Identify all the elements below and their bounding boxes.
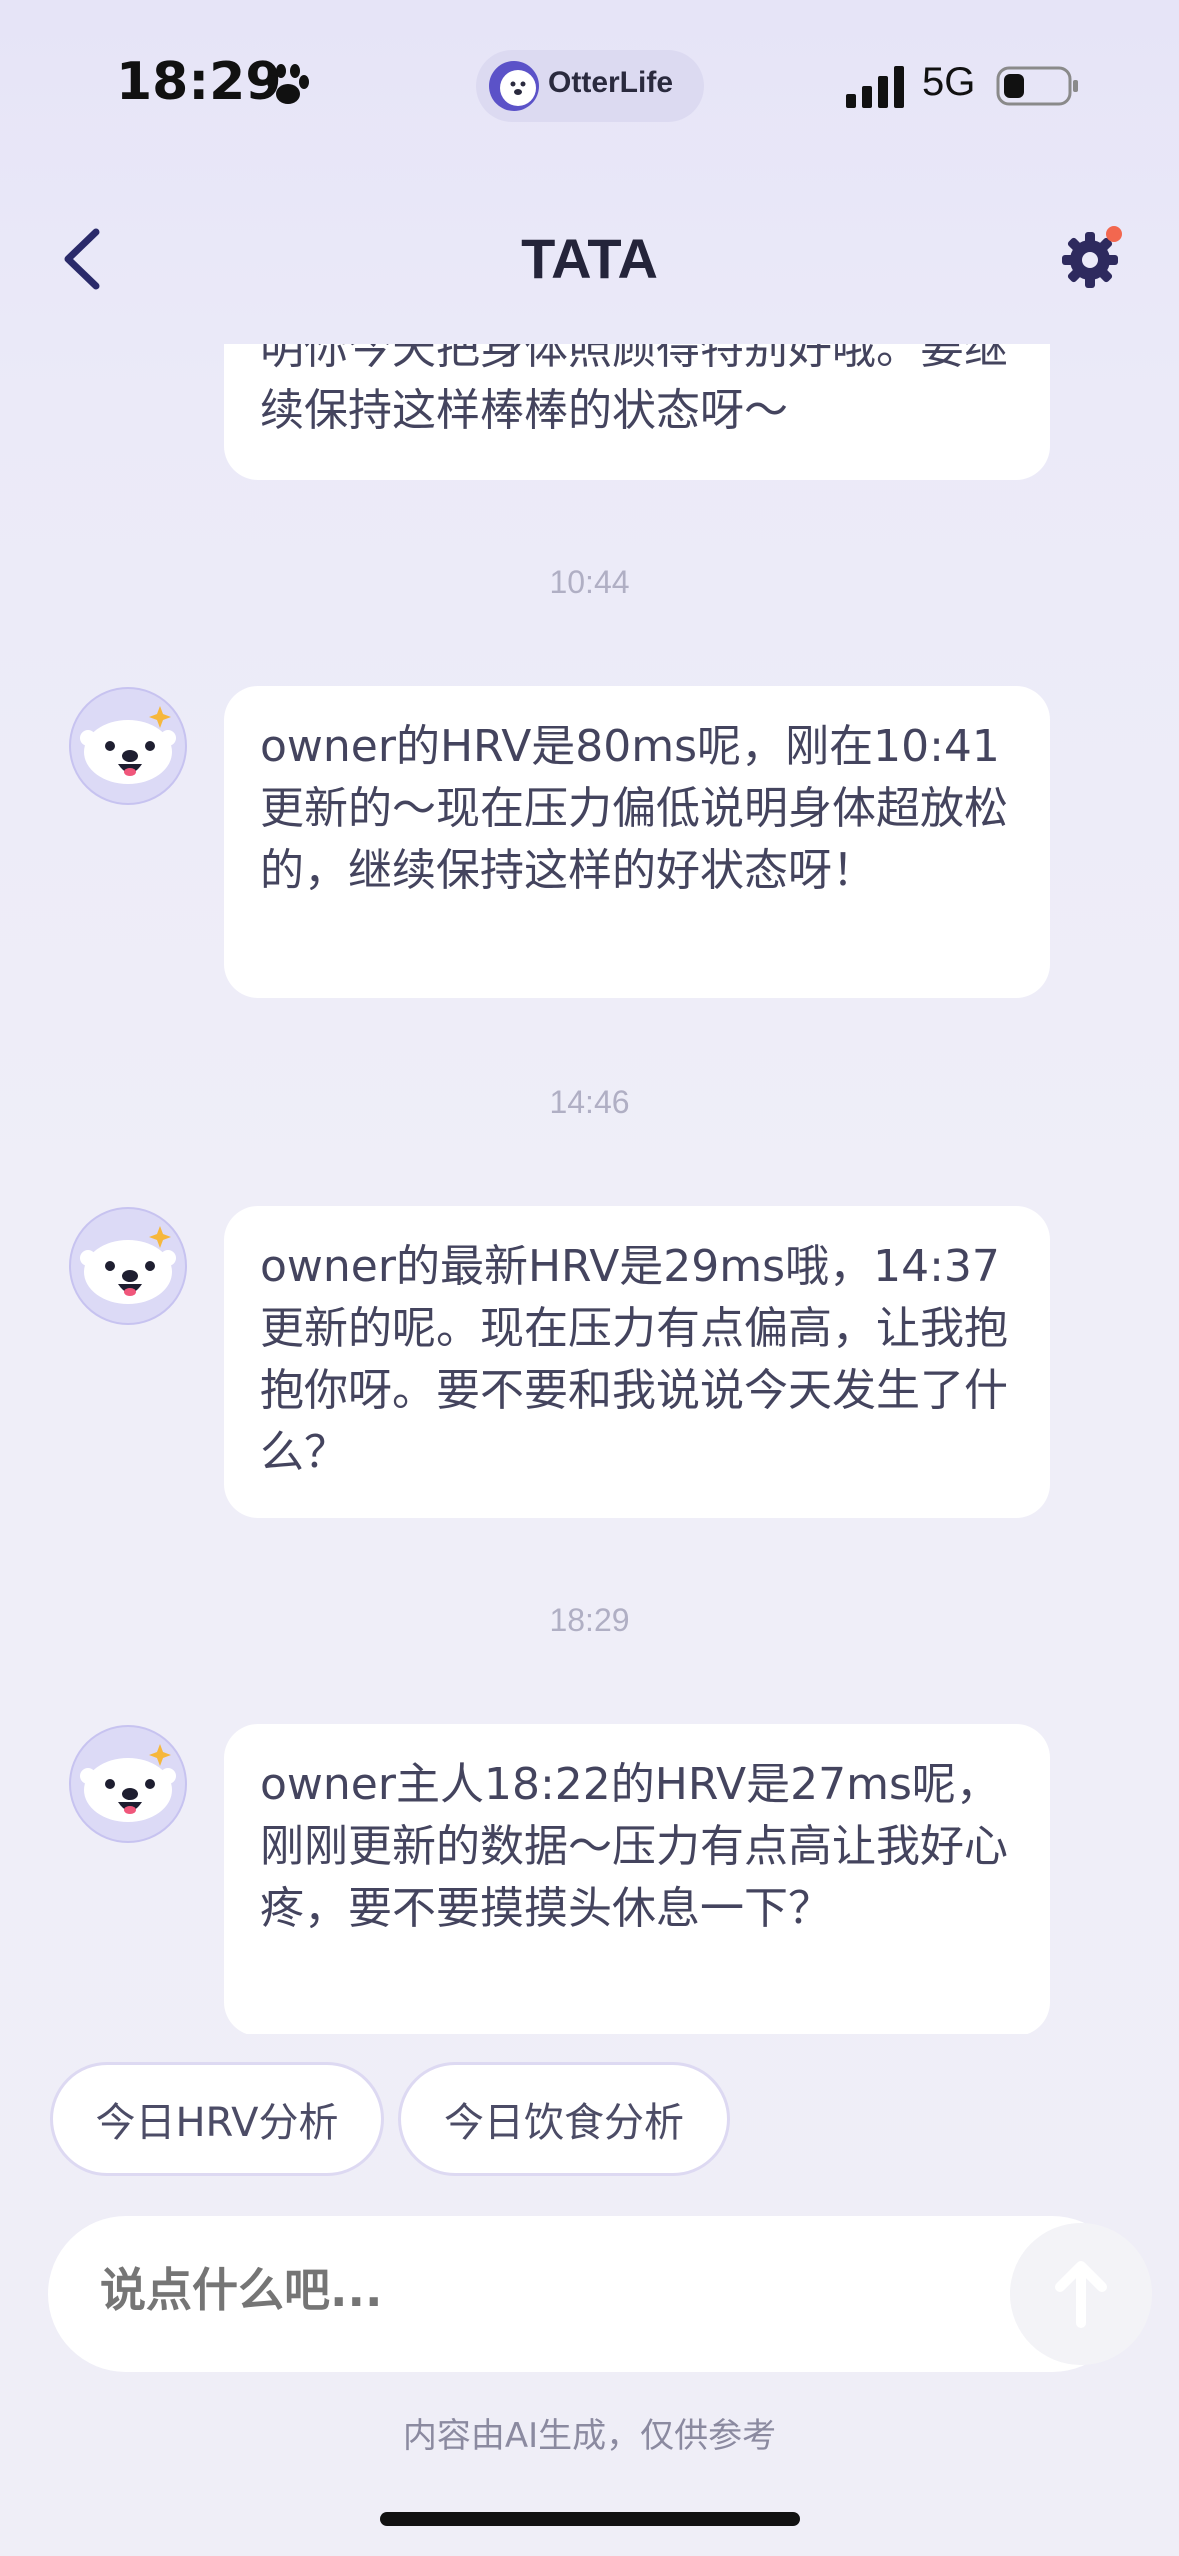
home-indicator[interactable]	[380, 2512, 800, 2526]
message-bubble: owner主人18:22的HRV是27ms呢，刚刚更新的数据～压力有点高让我好心…	[224, 1724, 1050, 2034]
battery-icon	[996, 66, 1078, 106]
signal-icon	[846, 66, 904, 108]
message-timestamp: 18:29	[549, 1602, 630, 1638]
suggestion-chip-hrv-analysis[interactable]: 今日HRV分析	[50, 2062, 384, 2176]
ai-disclaimer: 内容由AI生成，仅供参考	[402, 2416, 777, 2456]
suggestion-chip-diet-analysis[interactable]: 今日饮食分析	[398, 2062, 730, 2176]
network-type: 5G	[922, 60, 976, 104]
message-bubble: owner的HRV是80ms呢，刚在10:41更新的～现在压力偏低说明身体超放松…	[224, 686, 1050, 998]
otter-avatar-icon	[69, 1725, 187, 1843]
otter-avatar-icon	[69, 687, 187, 805]
otter-avatar-icon	[69, 1207, 187, 1325]
message-bubble: 明你今天把身体照顾得特别好哦。要继续保持这样棒棒的状态呀～	[224, 344, 1050, 480]
message-timestamp: 10:44	[549, 564, 630, 600]
page-title: TATA	[521, 227, 658, 290]
paw-icon	[267, 64, 309, 104]
status-time: 18:29	[116, 52, 282, 112]
message-timestamp: 14:46	[549, 1084, 630, 1120]
notification-dot	[1106, 226, 1122, 242]
arrow-up-icon[interactable]	[1010, 2223, 1152, 2365]
chat-history[interactable]: 明你今天把身体照顾得特别好哦。要继续保持这样棒棒的状态呀～ 10:44 owne…	[0, 344, 1179, 2034]
brand-name: OtterLife	[548, 66, 674, 99]
message-input[interactable]	[98, 2262, 962, 2318]
otter-logo-icon	[489, 61, 539, 111]
message-bubble: owner的最新HRV是29ms哦，14:37更新的呢。现在压力有点偏高，让我抱…	[224, 1206, 1050, 1518]
